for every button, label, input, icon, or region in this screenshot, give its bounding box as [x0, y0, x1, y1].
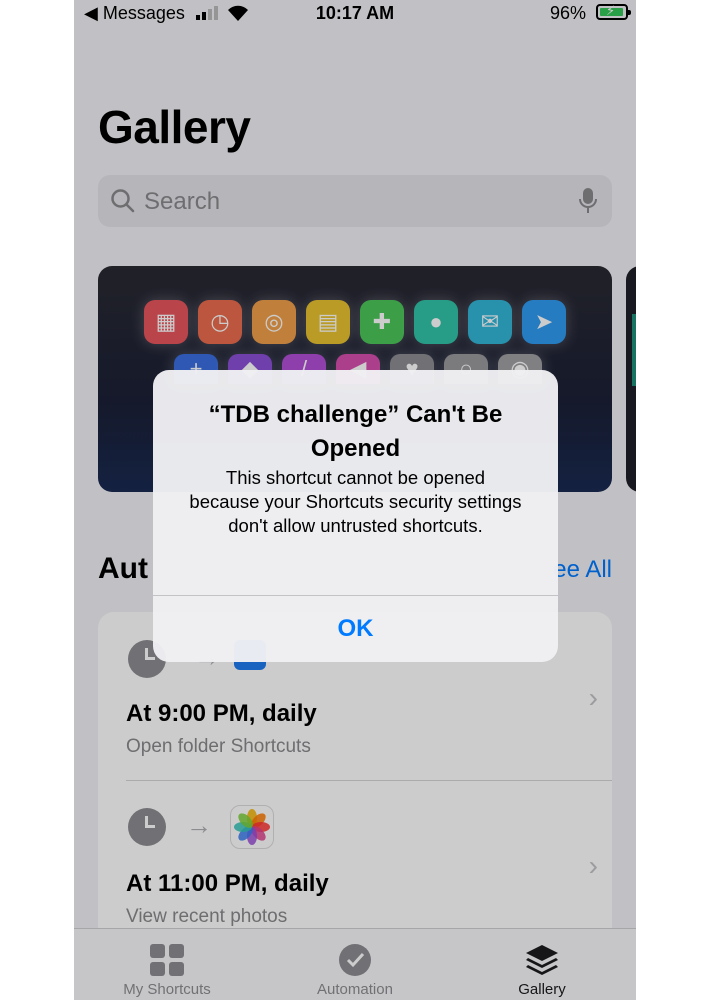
phone-screen: ◀ Messages 10:17 AM 96% ⚡ Gallery Search… — [74, 0, 636, 1000]
alert-dialog: “TDB challenge” Can't Be Opened This sho… — [153, 370, 558, 662]
ok-button[interactable]: OK — [153, 596, 558, 662]
alert-message: This shortcut cannot be opened because y… — [189, 467, 522, 536]
alert-title: “TDB challenge” Can't Be Opened — [208, 401, 503, 462]
